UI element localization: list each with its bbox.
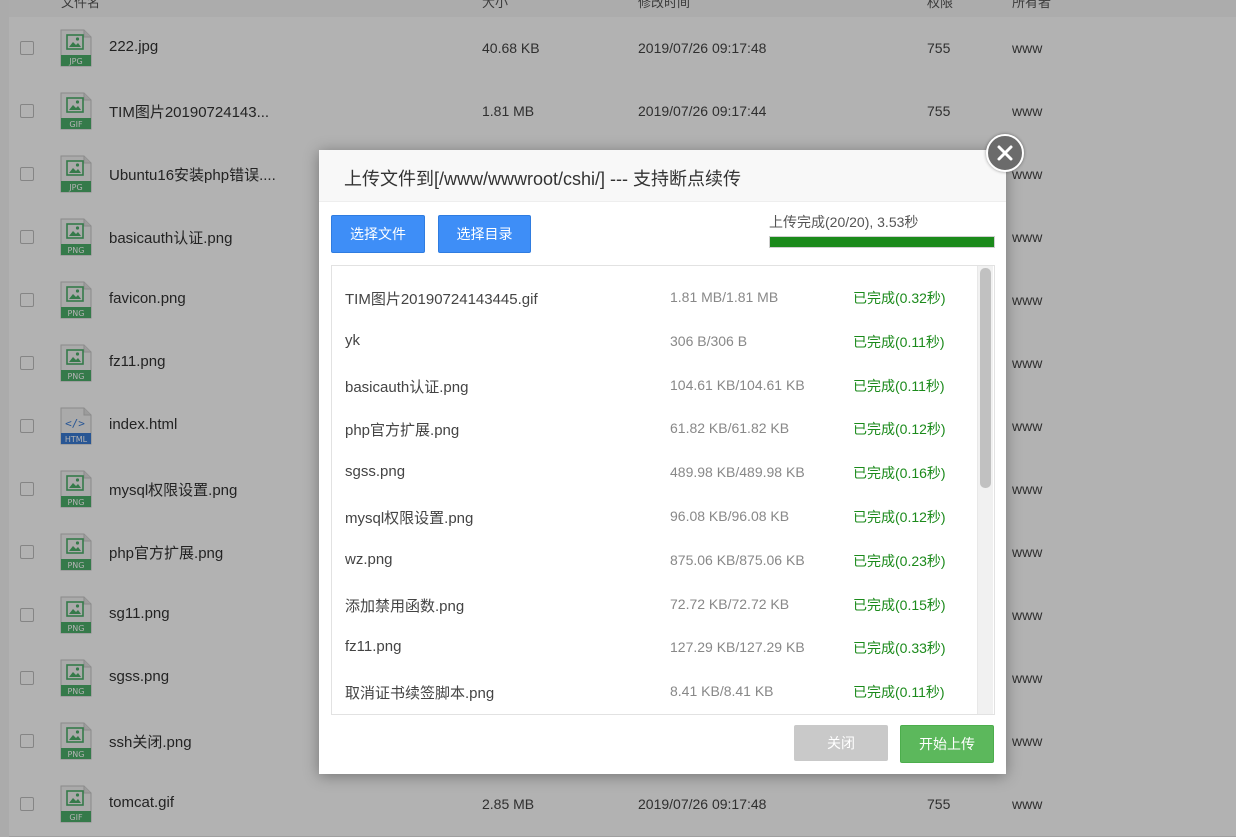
upload-file-size: 61.82 KB/61.82 KB: [670, 420, 790, 437]
upload-progress-text: 上传完成(20/20), 3.53秒: [769, 214, 919, 230]
upload-file-name: wz.png: [345, 550, 393, 568]
select-directory-button[interactable]: 选择目录: [438, 215, 531, 253]
upload-file-name: TIM图片20190724143445.gif: [345, 291, 538, 308]
upload-file-size: 8.41 KB/8.41 KB: [670, 683, 774, 700]
upload-dialog: 上传文件到[/www/wwwroot/cshi/] --- 支持断点续传 选择文…: [319, 150, 1006, 774]
upload-file-status: 已完成(0.11秒): [853, 684, 945, 701]
file-list-scrollbar[interactable]: [977, 266, 993, 714]
close-button[interactable]: 关闭: [794, 725, 888, 761]
dialog-close-icon[interactable]: [986, 134, 1024, 172]
upload-list-item: TIM图片20190724143445.gif 1.81 MB/1.81 MB 已完…: [332, 266, 977, 310]
dialog-title: 上传文件到[/www/wwwroot/cshi/] --- 支持断点续传: [344, 169, 742, 189]
upload-file-size: 104.61 KB/104.61 KB: [670, 376, 805, 393]
upload-list-item: basicauth认证.png 104.61 KB/104.61 KB 已完成(0.…: [332, 354, 977, 398]
upload-list-item: 取消证书续签脚本.png 8.41 KB/8.41 KB 已完成(0.11秒): [332, 660, 977, 704]
upload-progress-fill: [770, 237, 994, 247]
upload-file-status: 已完成(0.33秒): [853, 640, 946, 657]
upload-file-name: 取消证书续签脚本.png: [345, 685, 495, 703]
upload-file-list: TIM图片20190724143445.gif 1.81 MB/1.81 MB 已完…: [331, 265, 995, 715]
upload-list-item: yk 306 B/306 B 已完成(0.11秒): [332, 310, 977, 354]
upload-list-item: sgss.png 489.98 KB/489.98 KB 已完成(0.16秒): [332, 441, 977, 485]
upload-file-status: 已完成(0.12秒): [853, 421, 946, 438]
upload-file-status: 已完成(0.11秒): [853, 333, 945, 350]
upload-file-size: 875.06 KB/875.06 KB: [670, 551, 805, 568]
upload-file-size: 96.08 KB/96.08 KB: [670, 508, 790, 524]
start-upload-button[interactable]: 开始上传: [900, 725, 994, 763]
upload-file-name: basicauth认证.png: [345, 378, 469, 396]
upload-file-size: 489.98 KB/489.98 KB: [670, 464, 805, 481]
upload-list-item: wz.png 875.06 KB/875.06 KB 已完成(0.23秒): [332, 529, 977, 573]
upload-list-item: fz11.png 127.29 KB/127.29 KB 已完成(0.33秒): [332, 616, 977, 660]
upload-file-size: 306 B/306 B: [670, 332, 748, 349]
upload-progress-bar: [769, 236, 995, 248]
upload-list-item: mysql权限设置.png 96.08 KB/96.08 KB 已完成(0.12秒): [332, 485, 977, 529]
upload-file-status: 已完成(0.32秒): [853, 290, 946, 306]
upload-list-item: 添加禁用函数.png 72.72 KB/72.72 KB 已完成(0.15秒): [332, 573, 977, 617]
upload-file-name: fz11.png: [345, 638, 402, 656]
upload-file-name: php官方扩展.png: [345, 422, 460, 440]
select-file-button[interactable]: 选择文件: [331, 215, 425, 253]
upload-file-size: 1.81 MB/1.81 MB: [670, 289, 779, 305]
upload-file-status: 已完成(0.16秒): [853, 465, 946, 482]
dialog-title-bar: 上传文件到[/www/wwwroot/cshi/] --- 支持断点续传: [319, 150, 1006, 202]
upload-file-size: 72.72 KB/72.72 KB: [670, 595, 790, 612]
upload-file-status: 已完成(0.12秒): [853, 509, 946, 525]
upload-list-item: php官方扩展.png 61.82 KB/61.82 KB 已完成(0.12秒): [332, 397, 977, 441]
upload-file-name: 添加禁用函数.png: [345, 597, 465, 615]
upload-file-name: mysql权限设置.png: [345, 510, 474, 527]
upload-file-status: 已完成(0.15秒): [853, 596, 946, 613]
upload-file-status: 已完成(0.23秒): [853, 552, 946, 569]
upload-file-status: 已完成(0.11秒): [853, 377, 945, 394]
upload-file-name: yk: [345, 331, 360, 349]
upload-file-size: 127.29 KB/127.29 KB: [670, 639, 805, 656]
upload-file-name: sgss.png: [345, 463, 406, 481]
scrollbar-thumb[interactable]: [980, 268, 991, 488]
